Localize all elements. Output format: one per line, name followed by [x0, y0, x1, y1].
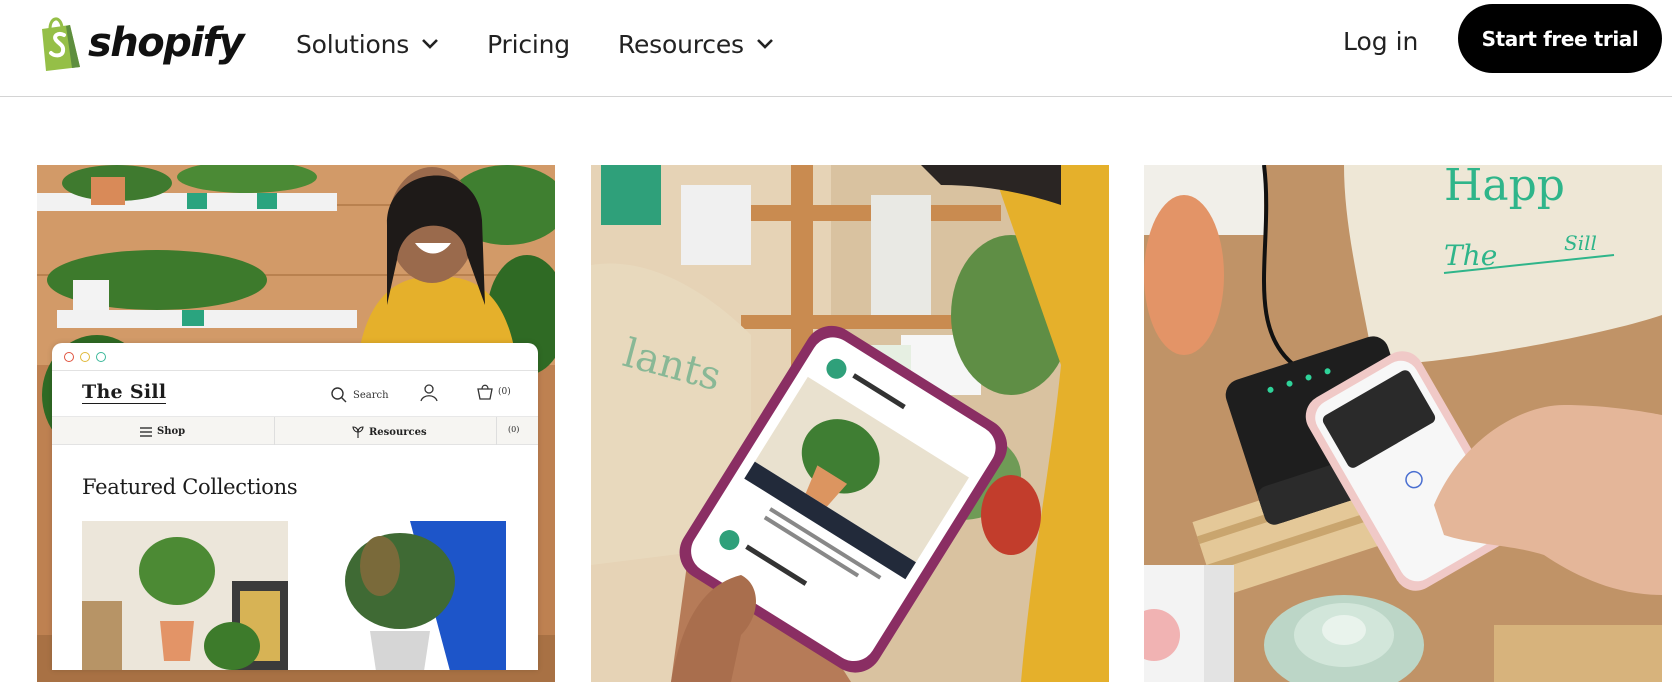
- search-icon: [331, 387, 347, 403]
- start-free-trial-button[interactable]: Start free trial: [1458, 4, 1662, 73]
- nav-solutions-label: Solutions: [296, 29, 410, 59]
- main-nav: Solutions Pricing Resources: [296, 24, 822, 64]
- window-close-dot: [64, 352, 74, 362]
- chevron-down-icon: [756, 39, 773, 49]
- mockup-menu-shop: Shop: [140, 426, 185, 437]
- shopify-logo[interactable]: shopify: [36, 14, 245, 72]
- svg-text:Sill: Sill: [1564, 231, 1597, 255]
- site-header: shopify Solutions Pricing Resources Log …: [0, 0, 1672, 97]
- user-icon: [420, 384, 438, 402]
- merchant-website-image: The Sill Search (0) Shop Resources (0) F…: [37, 165, 555, 682]
- svg-text:Happ: Happ: [1444, 165, 1565, 211]
- mockup-cart-count: (0): [498, 387, 511, 397]
- mockup-menu-cart-label: (0): [508, 425, 520, 434]
- mockup-search-label: Search: [353, 389, 389, 401]
- svg-text:The: The: [1444, 239, 1497, 272]
- cart-icon: [477, 384, 493, 400]
- mockup-site-header: The Sill Search (0): [52, 371, 538, 417]
- menu-divider: [274, 417, 275, 445]
- mockup-search: Search: [330, 386, 389, 404]
- login-link[interactable]: Log in: [1343, 27, 1418, 56]
- mockup-menu-bar: Shop Resources (0): [52, 417, 538, 445]
- browser-titlebar: [52, 343, 538, 371]
- shopify-bag-icon: [42, 17, 80, 71]
- mockup-menu-resources: Resources: [352, 426, 427, 438]
- mockup-menu-cart: (0): [508, 425, 519, 434]
- mockup-menu-resources-label: Resources: [369, 426, 427, 438]
- window-maximize-dot: [96, 352, 106, 362]
- nav-pricing-label: Pricing: [487, 29, 570, 59]
- menu-icon: [140, 426, 152, 437]
- plant-icon: [352, 426, 364, 438]
- mockup-brand: The Sill: [82, 381, 167, 404]
- mockup-menu-shop-label: Shop: [157, 426, 186, 437]
- featured-collections-title: Featured Collections: [82, 475, 298, 499]
- nav-pricing[interactable]: Pricing: [487, 30, 570, 59]
- nav-resources[interactable]: Resources: [618, 30, 774, 59]
- collection-tile-image: [82, 521, 288, 670]
- nav-solutions[interactable]: Solutions: [296, 30, 439, 59]
- mockup-cart: (0): [476, 383, 511, 401]
- card-payment-photo: Happ The Sill: [1144, 165, 1662, 682]
- website-mockup: The Sill Search (0) Shop Resources (0) F…: [52, 343, 538, 670]
- social-commerce-image: lants: [591, 165, 1109, 682]
- nav-resources-label: Resources: [617, 29, 744, 59]
- collection-tile-image: [300, 521, 506, 670]
- menu-divider: [496, 417, 497, 445]
- phone-in-hand-photo: lants: [591, 165, 1109, 682]
- chevron-down-icon: [422, 39, 438, 49]
- logo-wordmark: shopify: [88, 20, 245, 66]
- window-minimize-dot: [80, 352, 90, 362]
- point-of-sale-image: Happ The Sill: [1144, 165, 1662, 682]
